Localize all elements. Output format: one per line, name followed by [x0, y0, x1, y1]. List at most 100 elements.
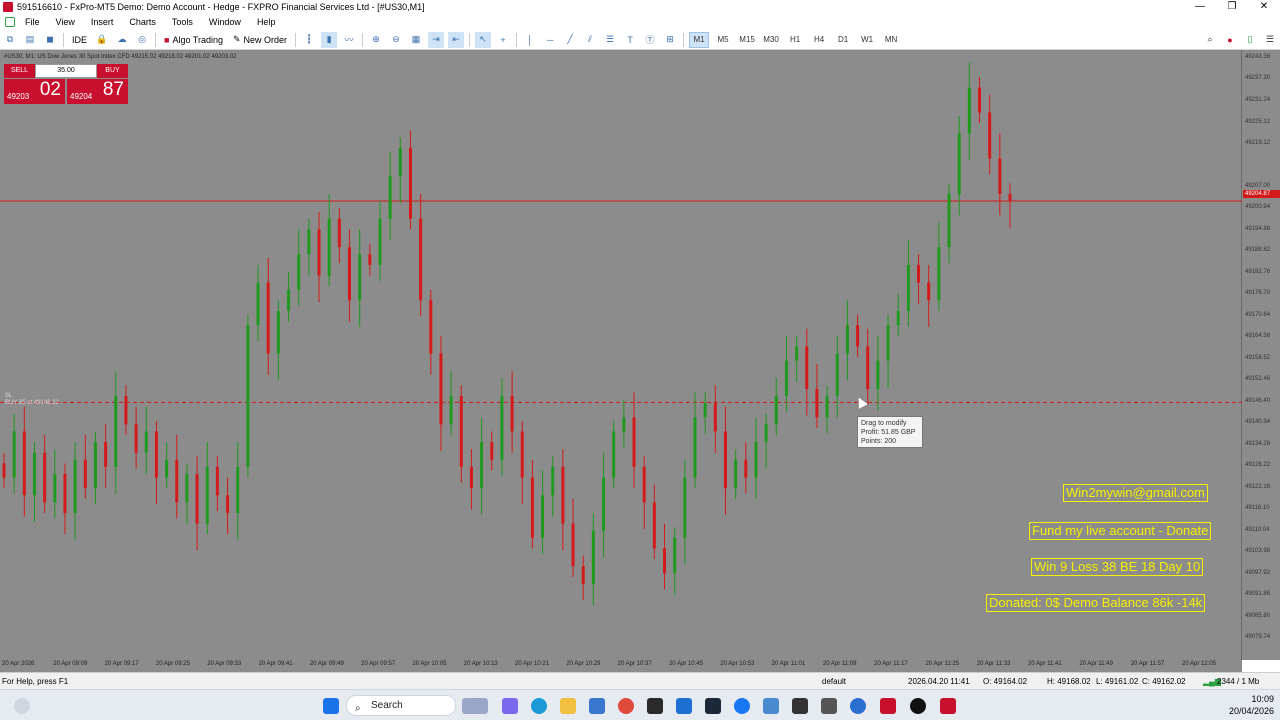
- edge-icon[interactable]: [531, 698, 547, 714]
- menu-charts[interactable]: Charts: [121, 14, 164, 30]
- profiles-icon[interactable]: ▤: [22, 32, 38, 48]
- label-icon[interactable]: Ⓣ: [642, 32, 658, 48]
- bar-chart-icon[interactable]: ┇: [301, 32, 317, 48]
- text-icon[interactable]: T: [622, 32, 638, 48]
- clock-date: 20/04/2026: [1228, 706, 1274, 716]
- chat-icon[interactable]: ☰: [1262, 32, 1278, 48]
- cloud-icon[interactable]: ☁: [114, 32, 130, 48]
- timeframe-mn[interactable]: MN: [881, 32, 901, 48]
- vertical-line-icon[interactable]: │: [522, 32, 538, 48]
- menu-help[interactable]: Help: [249, 14, 284, 30]
- close-button[interactable]: ✕: [1248, 0, 1280, 14]
- trendline-icon[interactable]: ╱: [562, 32, 578, 48]
- menu-tools[interactable]: Tools: [164, 14, 201, 30]
- cursor-icon[interactable]: ↖: [475, 31, 492, 48]
- price-tick-label: 49200.94: [1245, 204, 1271, 211]
- fibonacci-icon[interactable]: ☰: [602, 32, 618, 48]
- clock-time: 10:09: [1251, 694, 1274, 704]
- timeframe-d1[interactable]: D1: [833, 32, 853, 48]
- menu-file[interactable]: File: [17, 14, 48, 30]
- candle-body: [876, 360, 880, 389]
- taskbar-search[interactable]: ⌕ Search: [346, 695, 456, 716]
- one-click-trading-panel: SELL 35.00 BUY 49203 02 49204 87: [4, 64, 128, 104]
- timeframe-m5[interactable]: M5: [713, 32, 733, 48]
- taskbar-clock[interactable]: 10:09 20/04/2026: [1229, 693, 1274, 717]
- chart-window[interactable]: 49243.36 49237.30 49231.24 49225.12 49219.12…: [0, 50, 1280, 660]
- menu-insert[interactable]: Insert: [83, 14, 122, 30]
- steam-icon[interactable]: [705, 698, 721, 714]
- store-icon[interactable]: [589, 698, 605, 714]
- search-icon[interactable]: ⌕: [1202, 32, 1218, 48]
- candle-body: [490, 442, 494, 460]
- copilot-icon[interactable]: [502, 698, 518, 714]
- start-icon[interactable]: [323, 698, 339, 714]
- lock-icon[interactable]: 🔒: [94, 32, 110, 48]
- line-chart-icon[interactable]: 〰: [341, 32, 357, 48]
- lot-size-field[interactable]: 35.00: [35, 64, 97, 78]
- price-tick-label: 49122.16: [1245, 483, 1271, 490]
- widgets-icon[interactable]: [14, 698, 30, 714]
- buy-price-box[interactable]: 49204 87: [67, 79, 128, 104]
- obs-icon[interactable]: [910, 698, 926, 714]
- signals-icon[interactable]: ▯: [1242, 32, 1258, 48]
- shapes-icon[interactable]: ⊞: [662, 32, 678, 48]
- horizontal-line-icon[interactable]: ─: [542, 32, 558, 48]
- mt5-taskbar-icon[interactable]: [880, 698, 896, 714]
- timeframe-m1[interactable]: M1: [689, 31, 710, 48]
- price-tick-label: 49079.74: [1245, 634, 1271, 640]
- toolbar-separator: [362, 32, 364, 47]
- market-watch-icon[interactable]: ◼: [42, 32, 58, 48]
- channel-icon[interactable]: ⫽: [582, 32, 598, 48]
- algo-trading-button[interactable]: ■ Algo Trading: [161, 32, 226, 48]
- ide-button[interactable]: IDE: [69, 32, 90, 48]
- timeframe-m15[interactable]: M15: [737, 32, 757, 48]
- mt5-instance-icon[interactable]: [940, 698, 956, 714]
- timeframe-w1[interactable]: W1: [857, 32, 877, 48]
- crosshair-icon[interactable]: +: [495, 32, 511, 48]
- new-order-label: New Order: [243, 34, 288, 45]
- sell-button[interactable]: SELL: [4, 64, 35, 78]
- app-icon[interactable]: [676, 698, 692, 714]
- sell-price-box[interactable]: 49203 02: [4, 79, 65, 104]
- candle-body: [73, 459, 77, 514]
- candle-body: [195, 474, 199, 524]
- zoom-in-icon[interactable]: ⊕: [368, 32, 384, 48]
- price-tick-label: 49140.34: [1245, 419, 1271, 426]
- tile-windows-icon[interactable]: ▦: [408, 32, 424, 48]
- menu-window[interactable]: Window: [201, 14, 249, 30]
- file-explorer-icon[interactable]: [560, 698, 576, 714]
- chart-shift-icon[interactable]: ⇤: [448, 31, 465, 48]
- copilot-image-icon[interactable]: [462, 698, 488, 714]
- timeframe-h4[interactable]: H4: [809, 32, 829, 48]
- new-order-button[interactable]: ✎ New Order: [230, 32, 290, 48]
- new-chart-icon[interactable]: ⧉: [2, 32, 18, 48]
- facebook-icon[interactable]: [734, 698, 750, 714]
- candle-body: [226, 495, 230, 514]
- timeframe-m30[interactable]: M30: [761, 32, 781, 48]
- browser-icon[interactable]: [850, 698, 866, 714]
- price-axis[interactable]: 49243.36 49237.30 49231.24 49225.12 49219.12…: [1243, 50, 1280, 660]
- notifications-icon[interactable]: ●: [1222, 32, 1238, 48]
- terminal-icon[interactable]: [792, 698, 808, 714]
- time-axis[interactable]: 20 Apr 2026 20 Apr 09:09 20 Apr 09:17 20 Ap…: [0, 660, 1242, 672]
- candles-icon[interactable]: ▮: [321, 31, 338, 48]
- candle-body: [327, 218, 331, 276]
- minimize-button[interactable]: —: [1184, 0, 1216, 14]
- settings-icon[interactable]: [821, 698, 837, 714]
- vps-icon[interactable]: ◎: [134, 32, 150, 48]
- time-tick-label: 20 Apr 11:25: [925, 661, 960, 667]
- time-tick-label: 20 Apr 10:45: [668, 661, 703, 667]
- autoscroll-icon[interactable]: ⇥: [428, 31, 445, 48]
- menu-view[interactable]: View: [48, 14, 83, 30]
- notepad-icon[interactable]: [763, 698, 779, 714]
- candle-body: [723, 431, 727, 489]
- zoom-out-icon[interactable]: ⊖: [388, 32, 404, 48]
- candle-body: [886, 325, 890, 361]
- chrome-icon[interactable]: [618, 698, 634, 714]
- time-tick-label: 20 Apr 10:29: [566, 661, 601, 667]
- buy-button[interactable]: BUY: [97, 64, 128, 78]
- maximize-button[interactable]: ❐: [1216, 0, 1248, 14]
- github-icon[interactable]: [647, 698, 663, 714]
- candle-body: [297, 254, 301, 290]
- timeframe-h1[interactable]: H1: [785, 32, 805, 48]
